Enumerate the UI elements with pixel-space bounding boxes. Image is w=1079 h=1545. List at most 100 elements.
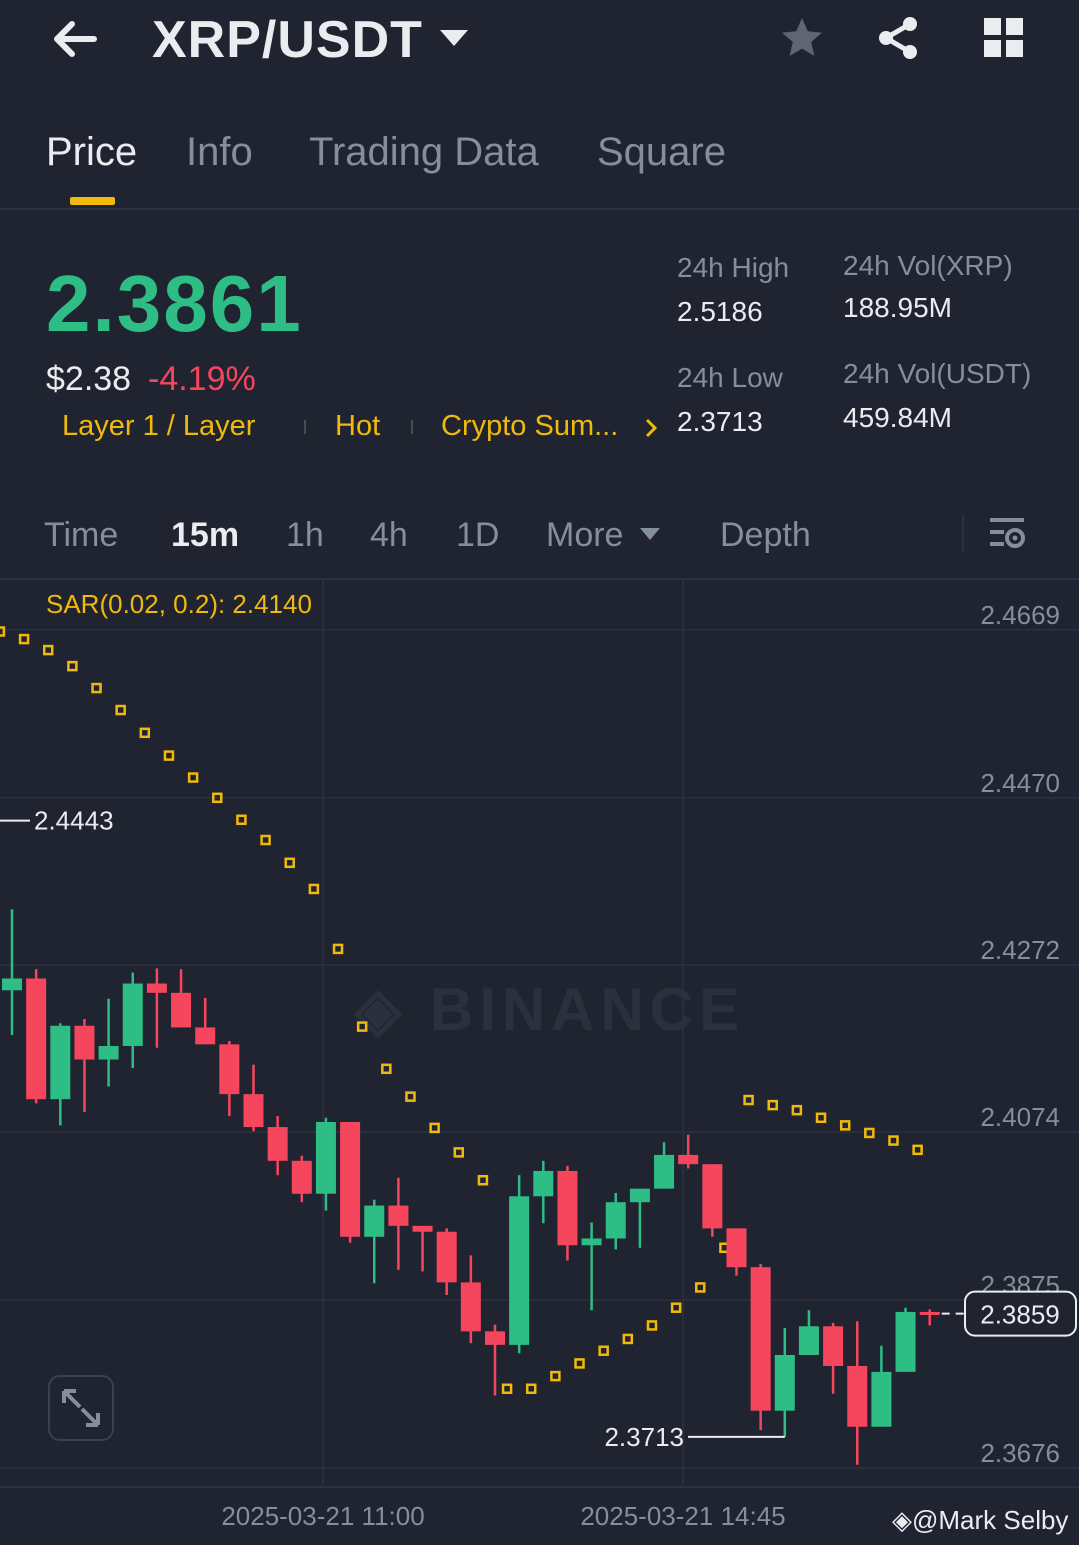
y-tick-label: 2.4272 <box>980 935 1060 965</box>
sar-dot <box>187 772 199 783</box>
sar-dot <box>381 1063 392 1075</box>
sar-dot <box>598 1345 609 1357</box>
sar-dot <box>767 1099 778 1111</box>
sar-dot <box>864 1127 875 1139</box>
tag-crypto-summit[interactable]: Crypto Sum... <box>441 410 618 443</box>
candlestick-chart[interactable]: 2.46692.44702.42722.40742.38752.36762025… <box>0 580 1079 1545</box>
candle-body <box>581 1238 602 1246</box>
candle-body <box>364 1205 385 1237</box>
sar-dot <box>18 633 30 645</box>
pair-title[interactable]: XRP/USDT <box>152 10 423 70</box>
sar-dot <box>115 704 126 716</box>
candle-body <box>291 1160 312 1194</box>
interval-1d[interactable]: 1D <box>456 516 499 555</box>
sar-dot <box>42 644 54 656</box>
chevron-right-icon[interactable] <box>642 416 660 440</box>
candle-body <box>171 992 192 1028</box>
candle-body <box>485 1331 505 1345</box>
chevron-down-icon[interactable] <box>440 30 468 46</box>
y-tick-label: 2.4669 <box>980 600 1060 630</box>
sar-dot <box>163 750 175 761</box>
candle-body <box>195 1027 216 1045</box>
sar-dot <box>429 1122 440 1134</box>
candle-body <box>146 983 167 993</box>
interval-4h[interactable]: 4h <box>370 516 408 555</box>
grid-icon[interactable] <box>982 16 1026 60</box>
candle-body <box>340 1121 361 1237</box>
interval-more[interactable]: More <box>546 516 623 555</box>
candle-body <box>871 1371 892 1427</box>
y-tick-label: 2.3676 <box>980 1438 1060 1468</box>
chart-settings-icon[interactable] <box>988 514 1028 554</box>
candle-body <box>388 1205 409 1226</box>
vol-quote-label: 24h Vol(USDT) <box>843 358 1032 389</box>
tab-price[interactable]: Price <box>46 130 137 175</box>
candle-body <box>798 1326 819 1355</box>
sar-dot <box>0 626 6 637</box>
low-value: 2.3713 <box>677 406 763 437</box>
interval-1h[interactable]: 1h <box>286 516 324 555</box>
sar-dot <box>139 727 151 739</box>
candle-body <box>243 1094 264 1128</box>
sar-dot <box>525 1383 537 1395</box>
y-tick-label: 2.4470 <box>980 768 1060 798</box>
sar-dot <box>356 1021 368 1032</box>
candle-body <box>26 978 47 1100</box>
tab-square[interactable]: Square <box>597 130 726 175</box>
candle-body <box>605 1202 626 1239</box>
binance-logo-icon: ◈@ <box>892 1505 939 1535</box>
tag-divider <box>304 420 306 434</box>
expand-button[interactable] <box>48 1375 114 1441</box>
sar-dot <box>839 1120 851 1131</box>
candle-body <box>726 1228 747 1268</box>
sar-dot <box>912 1144 923 1156</box>
sar-dot <box>646 1320 658 1331</box>
candle-body <box>219 1044 240 1095</box>
interval-depth[interactable]: Depth <box>720 516 811 555</box>
interval-15m[interactable]: 15m <box>171 516 239 555</box>
sar-dot <box>743 1094 754 1106</box>
price-change-percent: -4.19% <box>148 360 256 398</box>
star-icon[interactable] <box>778 14 826 62</box>
candle-body <box>74 1025 95 1060</box>
high-label: 24h High <box>677 252 790 283</box>
candle-body <box>919 1311 940 1315</box>
tab-trading-data[interactable]: Trading Data <box>309 130 539 175</box>
candle-body <box>50 1025 71 1100</box>
sar-dot <box>308 883 320 895</box>
vol-base-value: 188.95M <box>843 292 952 323</box>
tag-hot[interactable]: Hot <box>335 410 380 443</box>
candle-body <box>823 1326 844 1366</box>
tag-layer1[interactable]: Layer 1 / Layer <box>62 410 255 443</box>
candle-body <box>629 1188 650 1203</box>
chevron-down-icon[interactable] <box>640 528 660 540</box>
sar-dot <box>405 1091 416 1102</box>
credit-name: Mark Selby <box>938 1505 1069 1535</box>
candle-body <box>509 1196 530 1345</box>
sar-dot <box>815 1112 827 1124</box>
candle-body <box>678 1154 699 1165</box>
sar-dot <box>332 943 344 955</box>
top-bar: XRP/USDT <box>0 0 1079 90</box>
candle-body <box>315 1121 336 1194</box>
divider <box>962 514 964 552</box>
share-icon[interactable] <box>874 14 922 62</box>
back-arrow-icon[interactable] <box>48 12 102 66</box>
candle-body <box>702 1164 723 1229</box>
candle-body <box>654 1154 675 1189</box>
max-marker-label: 2.4443 <box>34 806 114 836</box>
sar-dot <box>622 1333 634 1345</box>
vol-base-label: 24h Vol(XRP) <box>843 250 1013 281</box>
candle-body <box>774 1354 795 1411</box>
interval-bar: Time 15m 1h 4h 1D More Depth <box>0 500 1079 580</box>
sar-dot <box>260 834 271 846</box>
interval-time[interactable]: Time <box>44 516 118 555</box>
sar-dot <box>695 1282 706 1293</box>
usd-price: $2.38 <box>46 360 132 398</box>
low-label: 24h Low <box>677 362 783 393</box>
sar-dot <box>574 1358 585 1369</box>
candle-body <box>98 1046 119 1060</box>
tab-info[interactable]: Info <box>186 130 253 175</box>
candle-body <box>2 978 22 991</box>
candle-body <box>267 1127 288 1161</box>
